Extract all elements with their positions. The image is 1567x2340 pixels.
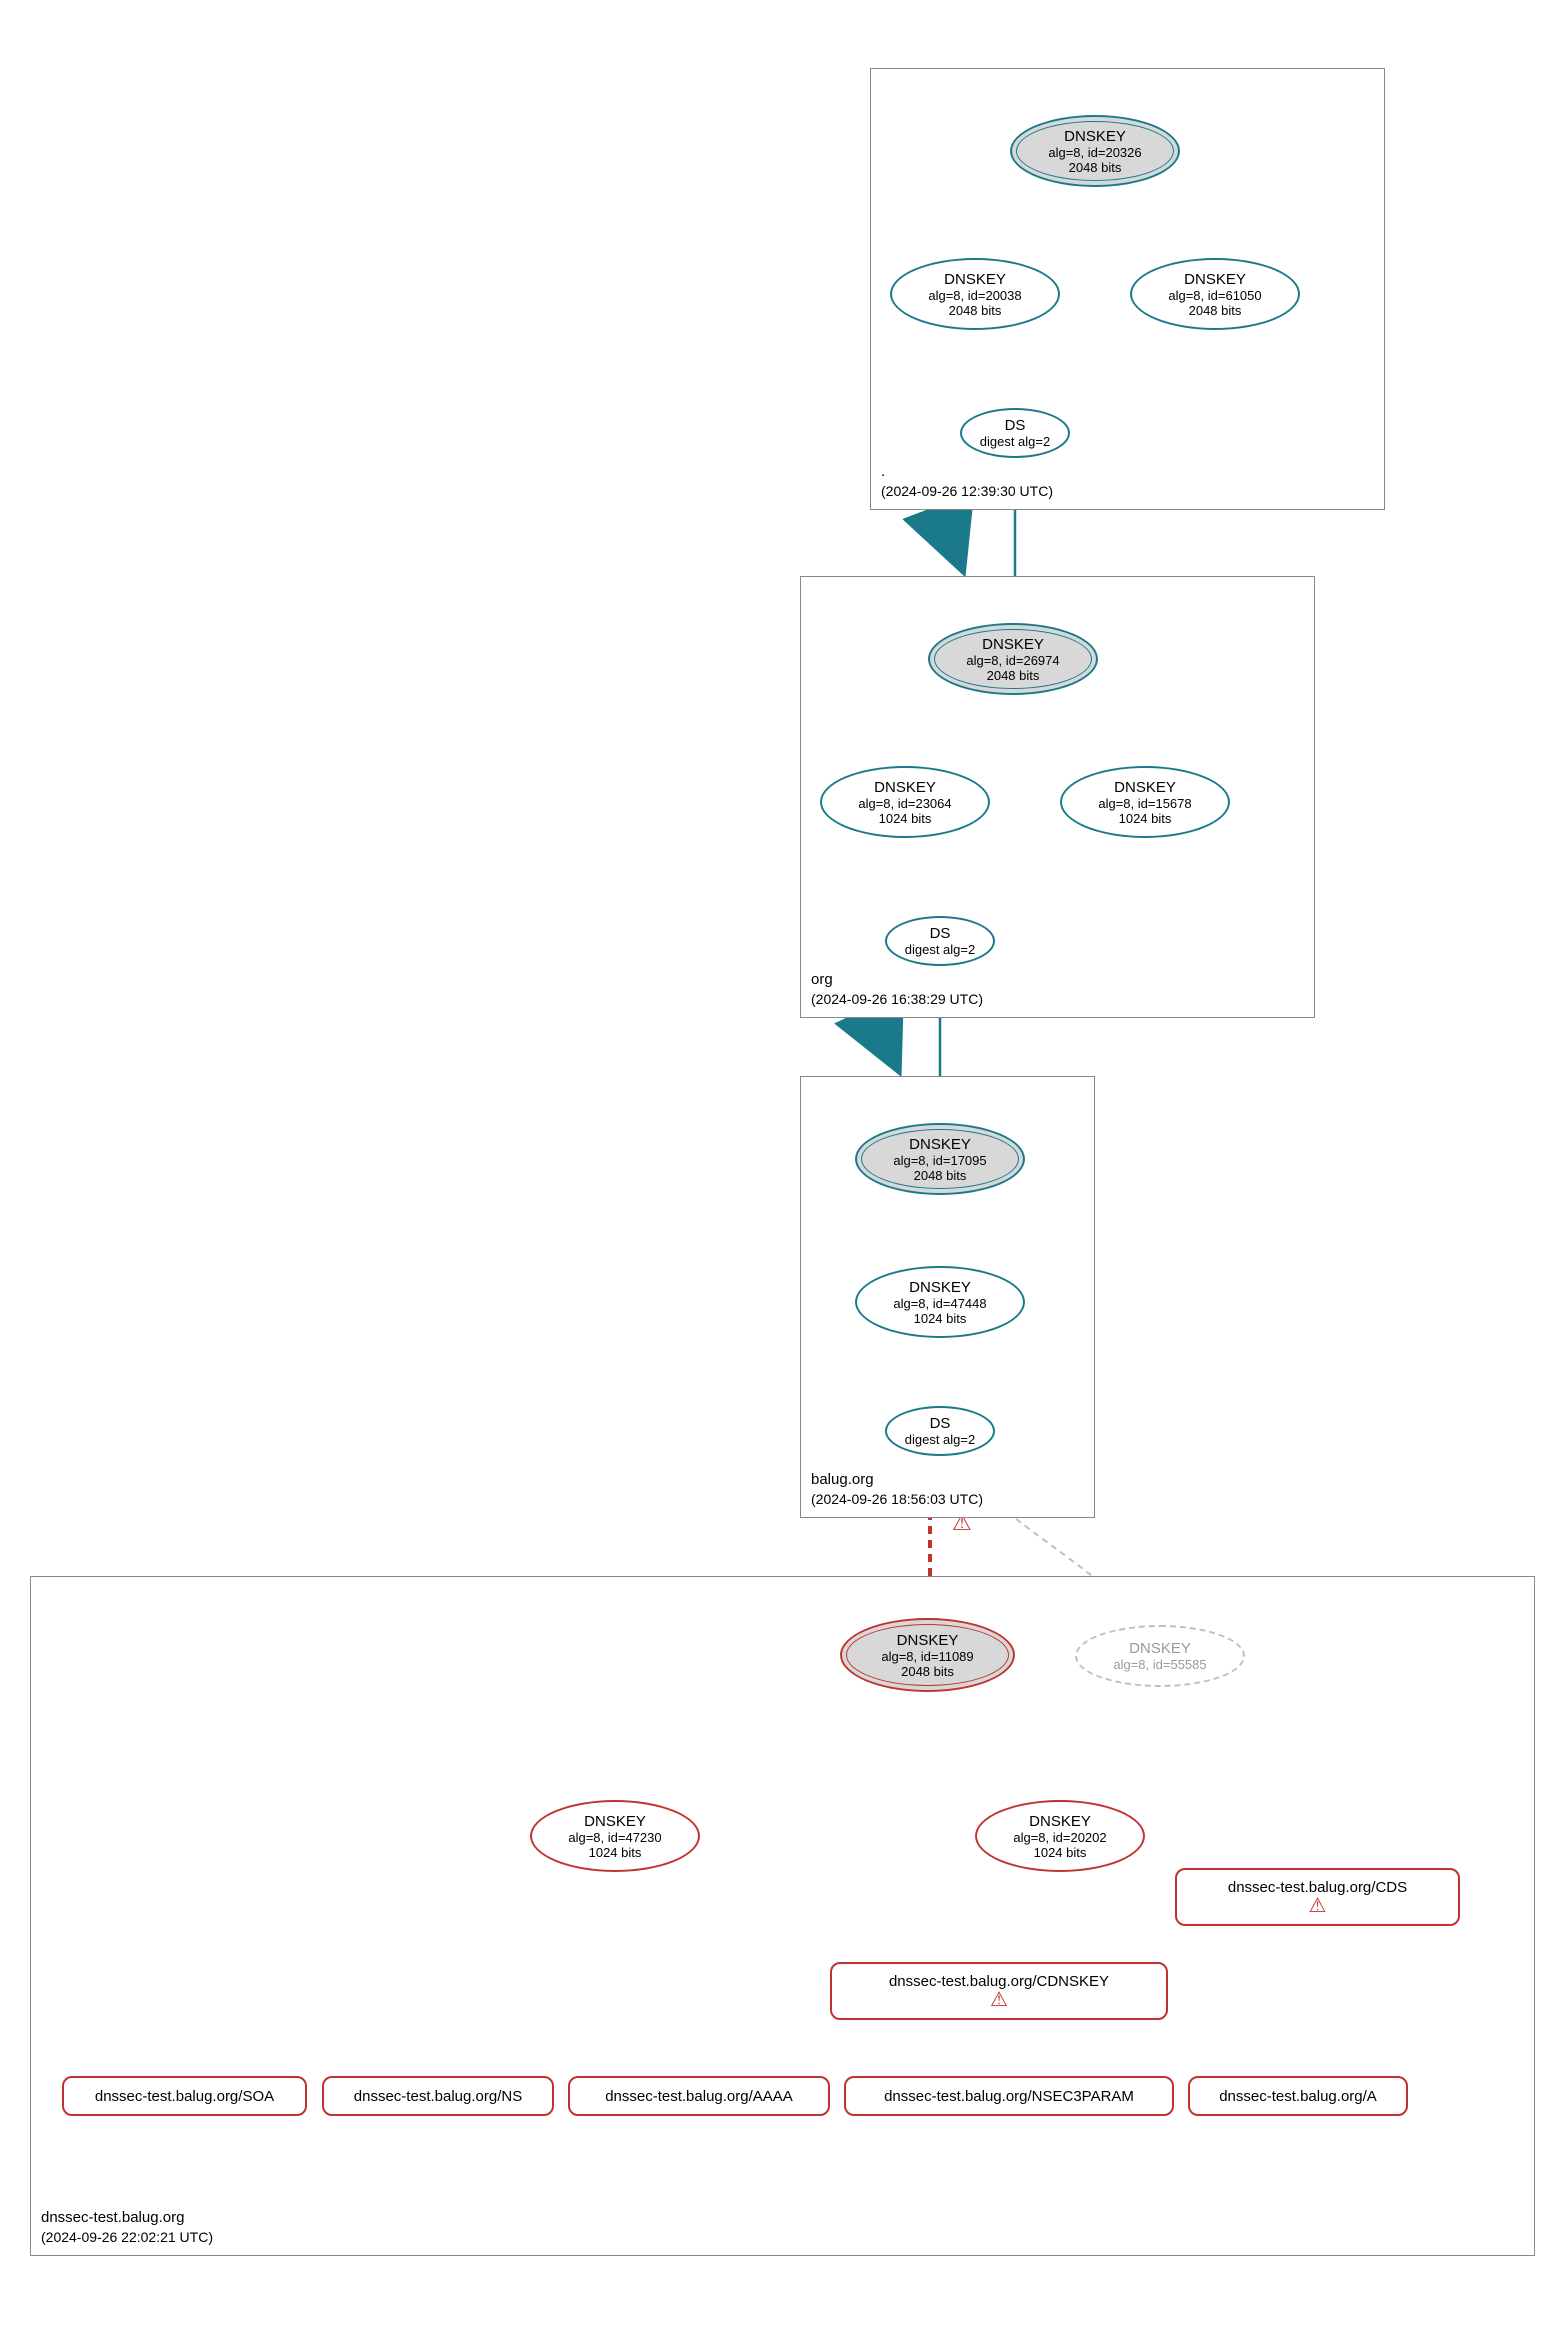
- org-ds: DS digest alg=2: [885, 916, 995, 966]
- balug-ksk-dnskey: DNSKEY alg=8, id=17095 2048 bits: [855, 1123, 1025, 1195]
- zone-timestamp: (2024-09-26 22:02:21 UTC): [41, 2228, 213, 2247]
- zone-name: dnssec-test.balug.org: [41, 2208, 213, 2228]
- warning-icon: ⚠: [990, 1990, 1008, 2010]
- zone-org-label: org (2024-09-26 16:38:29 UTC): [811, 970, 983, 1009]
- root-ksk-dnskey: DNSKEY alg=8, id=20326 2048 bits: [1010, 115, 1180, 187]
- rr-ns: dnssec-test.balug.org/NS: [322, 2076, 554, 2116]
- rr-nsec3param: dnssec-test.balug.org/NSEC3PARAM: [844, 2076, 1174, 2116]
- rr-a: dnssec-test.balug.org/A: [1188, 2076, 1408, 2116]
- dnssec-test-zsk1-dnskey: DNSKEY alg=8, id=47230 1024 bits: [530, 1800, 700, 1872]
- root-zsk2-dnskey: DNSKEY alg=8, id=61050 2048 bits: [1130, 258, 1300, 330]
- zone-timestamp: (2024-09-26 16:38:29 UTC): [811, 990, 983, 1009]
- zone-dnssec-test-label: dnssec-test.balug.org (2024-09-26 22:02:…: [41, 2208, 213, 2247]
- dnssec-diagram: ⚠ ⚠ . (2024-09-26 12:39:30 UTC) DNSKEY a…: [0, 0, 1567, 2340]
- zone-root-label: . (2024-09-26 12:39:30 UTC): [881, 462, 1053, 501]
- org-zsk2-dnskey: DNSKEY alg=8, id=15678 1024 bits: [1060, 766, 1230, 838]
- dnssec-test-zsk2-dnskey: DNSKEY alg=8, id=20202 1024 bits: [975, 1800, 1145, 1872]
- org-zsk1-dnskey: DNSKEY alg=8, id=23064 1024 bits: [820, 766, 990, 838]
- rr-cds: dnssec-test.balug.org/CDS ⚠: [1175, 1868, 1460, 1926]
- rr-soa: dnssec-test.balug.org/SOA: [62, 2076, 307, 2116]
- zone-name: .: [881, 462, 1053, 482]
- root-ds: DS digest alg=2: [960, 408, 1070, 458]
- zone-timestamp: (2024-09-26 12:39:30 UTC): [881, 482, 1053, 501]
- root-zsk1-dnskey: DNSKEY alg=8, id=20038 2048 bits: [890, 258, 1060, 330]
- zone-name: org: [811, 970, 983, 990]
- warning-icon: ⚠: [1309, 1896, 1327, 1916]
- rr-cdnskey: dnssec-test.balug.org/CDNSKEY ⚠: [830, 1962, 1168, 2020]
- balug-zsk-dnskey: DNSKEY alg=8, id=47448 1024 bits: [855, 1266, 1025, 1338]
- zone-name: balug.org: [811, 1470, 983, 1490]
- dnssec-test-ghost-dnskey: DNSKEY alg=8, id=55585: [1075, 1625, 1245, 1687]
- org-ksk-dnskey: DNSKEY alg=8, id=26974 2048 bits: [928, 623, 1098, 695]
- balug-ds: DS digest alg=2: [885, 1406, 995, 1456]
- zone-timestamp: (2024-09-26 18:56:03 UTC): [811, 1490, 983, 1509]
- dnssec-test-ksk-dnskey: DNSKEY alg=8, id=11089 2048 bits: [840, 1618, 1015, 1692]
- zone-balug-label: balug.org (2024-09-26 18:56:03 UTC): [811, 1470, 983, 1509]
- rr-aaaa: dnssec-test.balug.org/AAAA: [568, 2076, 830, 2116]
